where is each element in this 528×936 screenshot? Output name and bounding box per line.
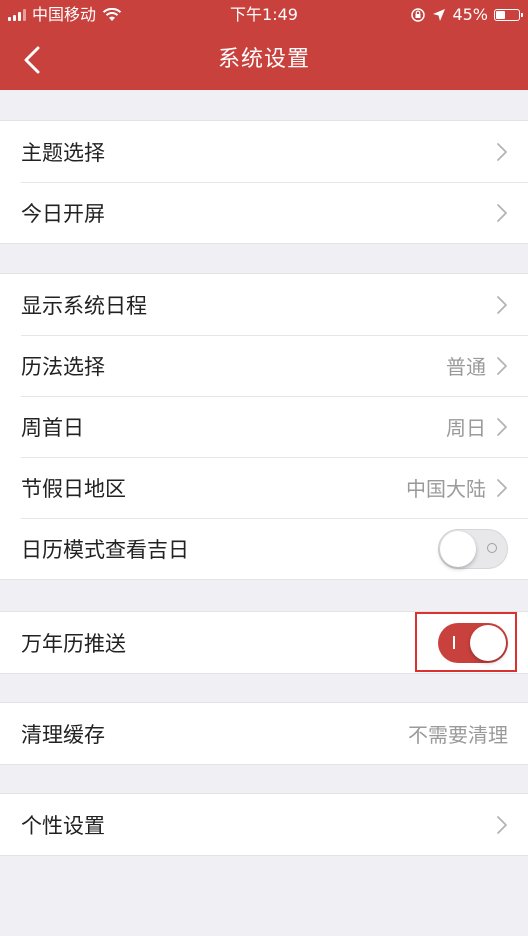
row-label: 今日开屏 <box>21 201 105 226</box>
switch-knob <box>470 624 506 661</box>
settings-row: 日历模式查看吉日 <box>0 518 528 579</box>
row-label: 周首日 <box>21 415 84 440</box>
row-label: 显示系统日程 <box>21 293 147 318</box>
settings-row[interactable]: 清理缓存 不需要清理 <box>0 703 528 764</box>
switch-off-mark-icon <box>487 542 497 553</box>
row-label: 节假日地区 <box>21 476 126 501</box>
settings-row[interactable]: 历法选择 普通 <box>0 335 528 396</box>
settings-row[interactable]: 个性设置 <box>0 794 528 855</box>
settings-row[interactable]: 主题选择 <box>0 121 528 182</box>
page-title: 系统设置 <box>217 47 310 72</box>
switch-on-mark-icon <box>453 635 455 649</box>
row-label: 主题选择 <box>21 140 105 165</box>
status-right: 45% <box>410 0 523 30</box>
chevron-right-icon <box>497 417 507 436</box>
app-header: 中国移动 下午1:49 45% 系统设置 <box>0 0 528 90</box>
settings-row[interactable]: 显示系统日程 <box>0 274 528 335</box>
row-label: 万年历推送 <box>21 631 126 656</box>
settings-group: 显示系统日程 历法选择 普通周首日 周日节假日地区 中国大陆日历模式查看吉日 <box>0 273 528 580</box>
chevron-right-icon <box>497 356 507 375</box>
battery-percent: 45% <box>452 5 488 24</box>
row-label: 日历模式查看吉日 <box>21 537 189 562</box>
chevron-right-icon <box>497 478 507 497</box>
row-value: 周日 <box>446 416 486 440</box>
nav-bar: 系统设置 <box>0 30 528 90</box>
settings-row[interactable]: 今日开屏 <box>0 182 528 243</box>
settings-group: 万年历推送 <box>0 611 528 674</box>
settings-group: 主题选择 今日开屏 <box>0 120 528 244</box>
row-value: 普通 <box>446 355 486 379</box>
settings-row: 万年历推送 <box>0 612 528 673</box>
chevron-right-icon <box>497 142 507 161</box>
switch-knob <box>440 530 476 567</box>
toggle-switch[interactable] <box>438 528 508 569</box>
row-value: 中国大陆 <box>406 477 486 501</box>
location-arrow-icon <box>433 9 446 21</box>
row-label: 清理缓存 <box>21 722 105 747</box>
toggle-switch[interactable] <box>438 622 508 663</box>
battery-icon <box>494 9 523 21</box>
chevron-right-icon <box>497 295 507 314</box>
row-label: 个性设置 <box>21 813 105 838</box>
chevron-right-icon <box>497 815 507 834</box>
settings-group: 清理缓存 不需要清理 <box>0 702 528 765</box>
orientation-lock-icon <box>411 8 426 22</box>
row-label: 历法选择 <box>21 354 105 379</box>
settings-group: 个性设置 <box>0 793 528 856</box>
settings-row[interactable]: 节假日地区 中国大陆 <box>0 457 528 518</box>
status-bar: 中国移动 下午1:49 45% <box>0 0 528 30</box>
chevron-right-icon <box>497 203 507 222</box>
row-value: 不需要清理 <box>408 723 508 747</box>
settings-row[interactable]: 周首日 周日 <box>0 396 528 457</box>
